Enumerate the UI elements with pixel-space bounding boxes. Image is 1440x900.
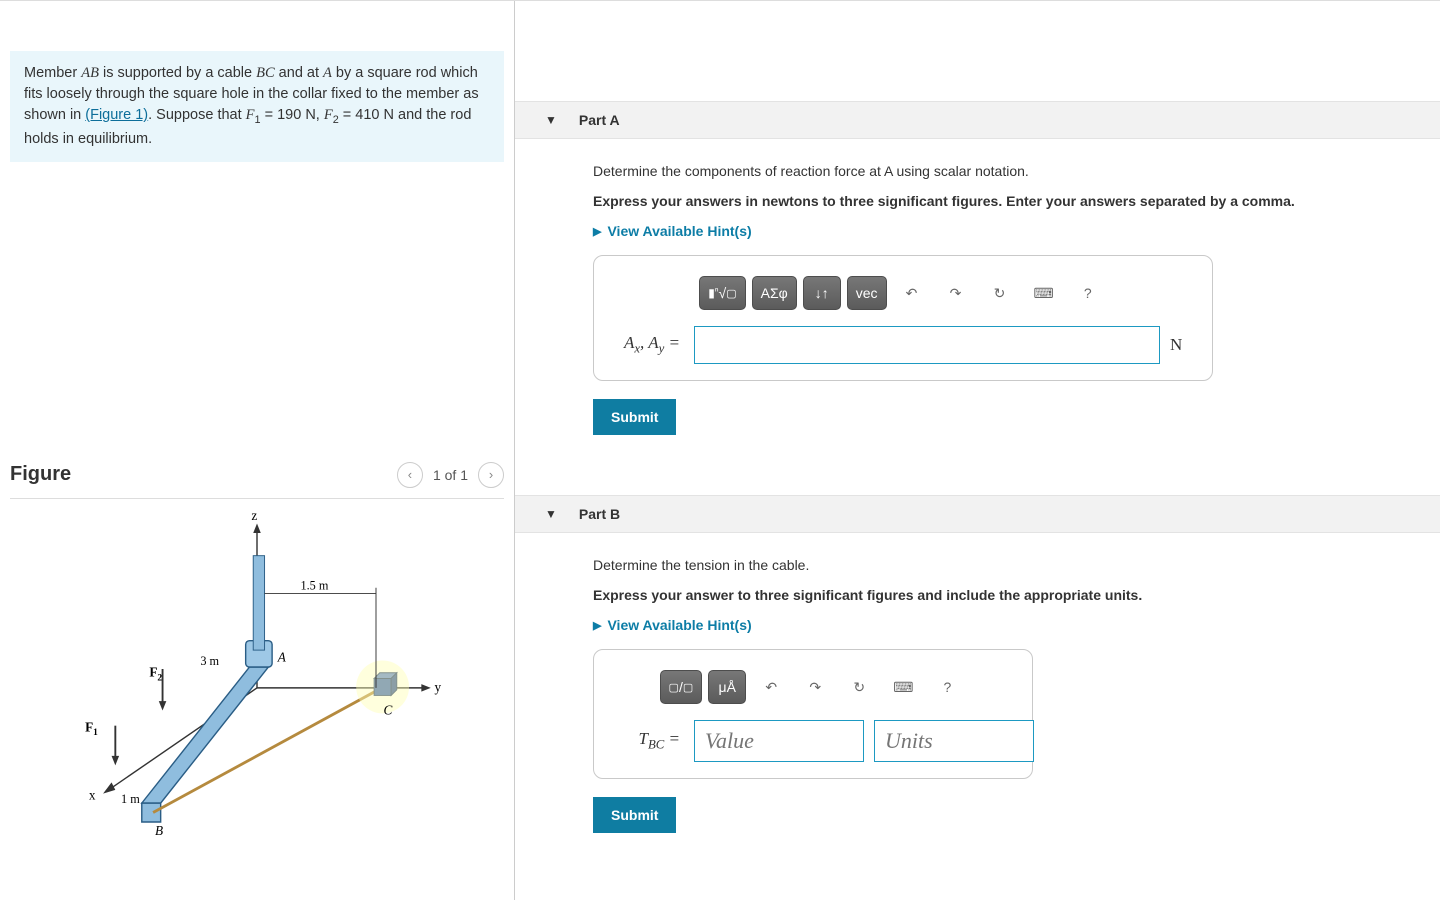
var-f2: F xyxy=(324,107,333,123)
svg-text:F2: F2 xyxy=(149,664,162,683)
svg-text:3 m: 3 m xyxy=(200,654,219,668)
figure-link[interactable]: (Figure 1) xyxy=(85,107,148,123)
keyboard-button[interactable]: ⌨ xyxy=(1025,276,1063,310)
problem-text: . Suppose that xyxy=(148,107,246,123)
hints-label: View Available Hint(s) xyxy=(607,617,751,633)
reset-button[interactable]: ↻ xyxy=(840,670,878,704)
view-hints-button[interactable]: ▶ View Available Hint(s) xyxy=(593,617,1410,633)
part-a-answer-area: ▮ⁿ√▢ ΑΣφ ↓↑ vec ↶ ↷ ↻ ⌨ ? Ax, Ay = N xyxy=(593,255,1213,381)
f2-value: = 410 N xyxy=(339,107,394,123)
submit-button[interactable]: Submit xyxy=(593,399,676,435)
separator: , xyxy=(316,107,324,123)
triangle-right-icon: ▶ xyxy=(593,619,601,632)
f1-value: = 190 N xyxy=(261,107,316,123)
subscript-button[interactable]: ↓↑ xyxy=(803,276,841,310)
svg-text:y: y xyxy=(435,679,442,694)
var-a: A xyxy=(323,65,332,81)
part-a-format-instruction: Express your answers in newtons to three… xyxy=(593,193,1410,209)
svg-text:F1: F1 xyxy=(85,719,98,738)
svg-text:A: A xyxy=(277,649,287,664)
figure-title: Figure xyxy=(10,463,397,486)
help-button[interactable]: ? xyxy=(928,670,966,704)
triangle-right-icon: ▶ xyxy=(593,225,601,238)
greek-button[interactable]: ΑΣφ xyxy=(752,276,797,310)
redo-button[interactable]: ↷ xyxy=(796,670,834,704)
part-b-header[interactable]: ▼ Part B xyxy=(515,495,1440,533)
part-a-answer-input[interactable] xyxy=(694,326,1160,364)
equation-toolbar: ▮ⁿ√▢ ΑΣφ ↓↑ vec ↶ ↷ ↻ ⌨ ? xyxy=(608,268,1198,326)
svg-text:x: x xyxy=(89,787,96,802)
redo-button[interactable]: ↷ xyxy=(937,276,975,310)
svg-text:1 m: 1 m xyxy=(121,792,140,806)
problem-statement: Member AB is supported by a cable BC and… xyxy=(10,51,504,162)
hints-label: View Available Hint(s) xyxy=(607,223,751,239)
problem-text: Member xyxy=(24,65,81,81)
units-button[interactable]: μÅ xyxy=(708,670,746,704)
svg-text:C: C xyxy=(384,702,393,717)
svg-text:1.5 m: 1.5 m xyxy=(300,578,328,592)
pager-next-button[interactable]: › xyxy=(478,462,504,488)
part-b-variable-label: TBC = xyxy=(608,729,684,752)
part-a-variable-label: Ax, Ay = xyxy=(608,333,684,356)
chevron-down-icon: ▼ xyxy=(545,113,557,127)
problem-text: and at xyxy=(275,65,323,81)
part-b-instruction: Determine the tension in the cable. xyxy=(593,557,1410,573)
var-f1: F xyxy=(246,107,255,123)
figure-diagram: z y x A B xyxy=(10,499,504,839)
part-b-title: Part B xyxy=(579,506,620,522)
undo-button[interactable]: ↶ xyxy=(893,276,931,310)
part-b-units-input[interactable] xyxy=(874,720,1034,762)
var-bc: BC xyxy=(256,65,275,81)
submit-button[interactable]: Submit xyxy=(593,797,676,833)
figure-pager: ‹ 1 of 1 › xyxy=(397,462,504,488)
part-b-value-input[interactable] xyxy=(694,720,864,762)
keyboard-button[interactable]: ⌨ xyxy=(884,670,922,704)
svg-text:z: z xyxy=(251,507,257,522)
part-a-unit-label: N xyxy=(1170,335,1198,355)
part-a-title: Part A xyxy=(579,112,620,128)
templates-button[interactable]: ▮ⁿ√▢ xyxy=(699,276,745,310)
pager-prev-button[interactable]: ‹ xyxy=(397,462,423,488)
part-b-answer-area: ▢/▢ μÅ ↶ ↷ ↻ ⌨ ? TBC = xyxy=(593,649,1033,779)
problem-text: is supported by a cable xyxy=(99,65,256,81)
part-a-instruction: Determine the components of reaction for… xyxy=(593,163,1410,179)
pager-status: 1 of 1 xyxy=(433,467,468,483)
fraction-button[interactable]: ▢/▢ xyxy=(660,670,703,704)
reset-button[interactable]: ↻ xyxy=(981,276,1019,310)
svg-text:B: B xyxy=(155,823,163,838)
vector-button[interactable]: vec xyxy=(847,276,887,310)
help-button[interactable]: ? xyxy=(1069,276,1107,310)
undo-button[interactable]: ↶ xyxy=(752,670,790,704)
view-hints-button[interactable]: ▶ View Available Hint(s) xyxy=(593,223,1410,239)
chevron-down-icon: ▼ xyxy=(545,507,557,521)
part-a-header[interactable]: ▼ Part A xyxy=(515,101,1440,139)
part-b-format-instruction: Express your answer to three significant… xyxy=(593,587,1410,603)
equation-toolbar: ▢/▢ μÅ ↶ ↷ ↻ ⌨ ? xyxy=(608,662,1018,720)
var-ab: AB xyxy=(81,65,99,81)
